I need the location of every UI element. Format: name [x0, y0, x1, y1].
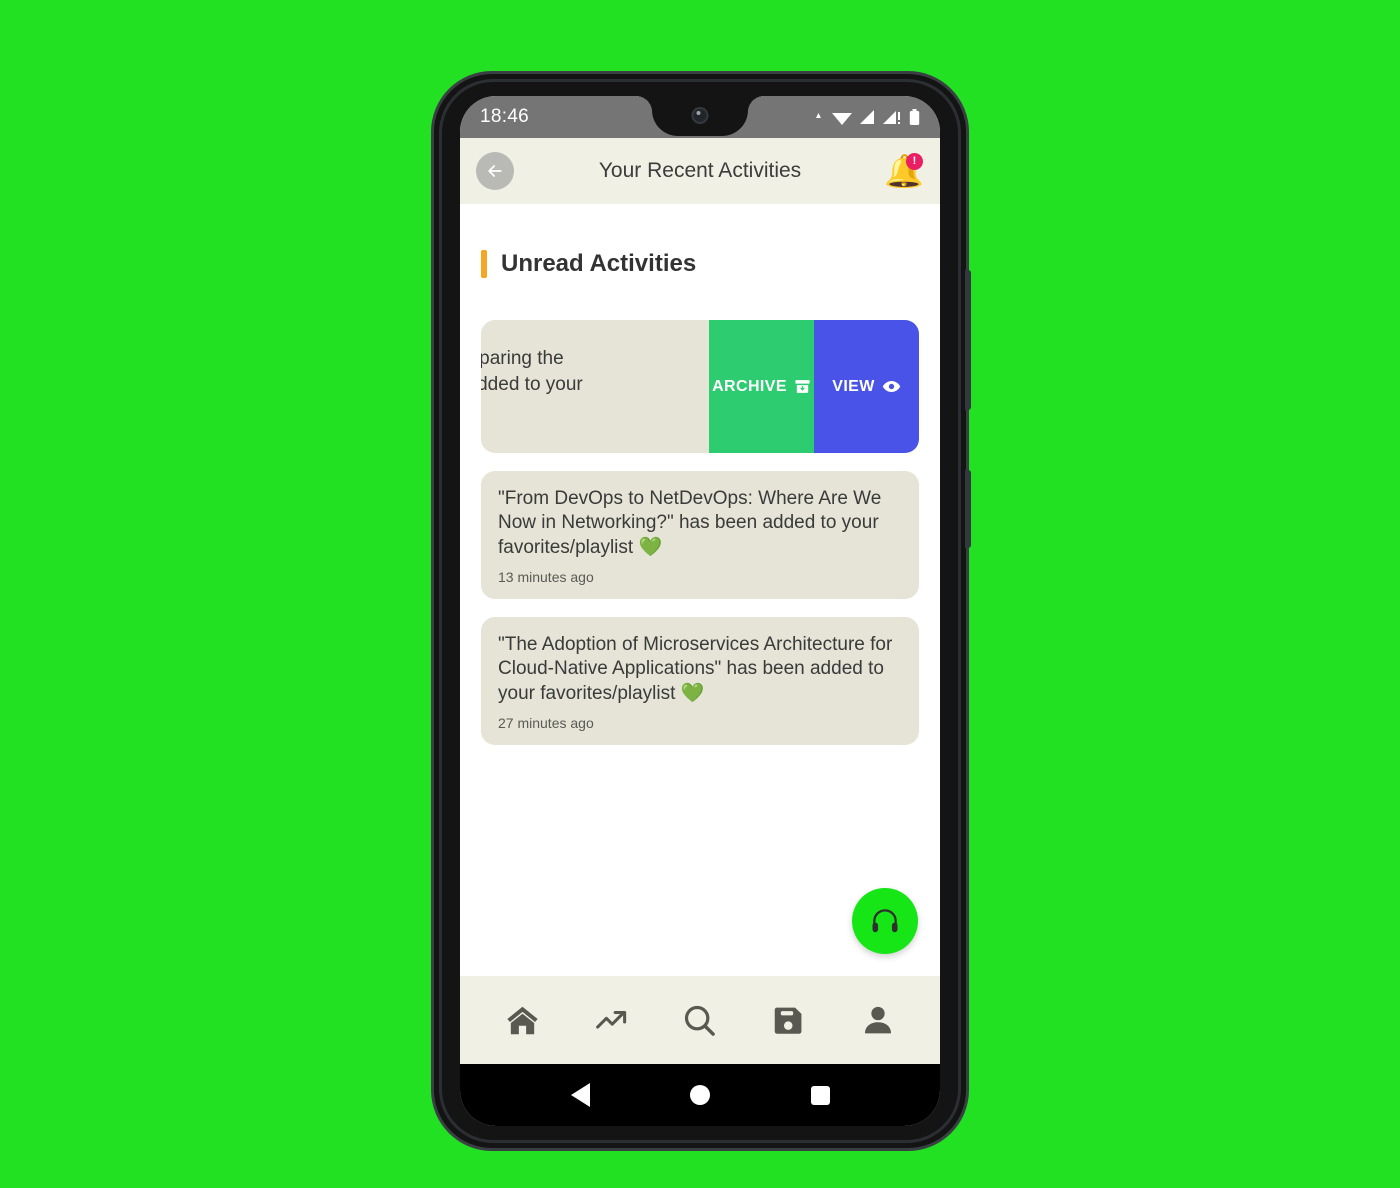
heart-icon: 💚	[638, 536, 663, 558]
activity-list: s: Comparing the been added to your ARCH…	[460, 278, 940, 745]
front-camera	[691, 107, 709, 124]
battery-icon	[909, 108, 920, 125]
archive-button[interactable]: ARCHIVE	[709, 320, 814, 453]
page-title: Your Recent Activities	[598, 159, 802, 182]
swiped-card-body[interactable]: s: Comparing the been added to your	[481, 320, 709, 453]
section-accent-bar	[481, 250, 487, 278]
nav-item-trending[interactable]	[583, 992, 639, 1048]
power-button[interactable]	[965, 470, 971, 548]
system-back-button[interactable]	[560, 1075, 600, 1115]
phone-frame: 18:46 Your Recent Activities 🔔 ! Unread …	[434, 74, 971, 1148]
archive-label: ARCHIVE	[712, 377, 787, 395]
activity-timestamp: 27 minutes ago	[498, 714, 594, 731]
view-button[interactable]: VIEW	[814, 320, 919, 453]
archive-icon	[795, 380, 810, 393]
activity-message: "From DevOps to NetDevOps: Where Are We …	[498, 487, 902, 560]
section-title: Unread Activities	[501, 250, 697, 277]
activity-message: "The Adoption of Microservices Architect…	[498, 633, 902, 706]
activities-content: Unread Activities s: Comparing the been …	[460, 204, 940, 976]
signal-icon	[860, 109, 874, 124]
back-triangle-icon	[570, 1083, 590, 1107]
status-bar: 18:46	[460, 96, 940, 138]
heart-icon: 💚	[680, 682, 705, 704]
search-icon	[685, 1005, 716, 1036]
trending-icon	[595, 1010, 626, 1029]
audio-player-fab[interactable]	[852, 888, 918, 954]
phone-screen: 18:46 Your Recent Activities 🔔 ! Unread …	[460, 96, 940, 1126]
status-time: 18:46	[480, 106, 530, 127]
home-circle-icon	[690, 1085, 710, 1105]
signal-caret-icon	[816, 112, 821, 118]
section-header: Unread Activities	[460, 204, 940, 278]
back-button[interactable]	[476, 152, 514, 190]
eye-icon	[882, 380, 900, 393]
signal-alert-icon	[883, 110, 900, 124]
headphones-icon	[872, 909, 898, 933]
activity-card-swiped[interactable]: s: Comparing the been added to your ARCH…	[481, 320, 919, 453]
nav-item-home[interactable]	[494, 992, 550, 1048]
bottom-navigation	[460, 976, 940, 1064]
activity-timestamp: 13 minutes ago	[498, 568, 594, 585]
view-label: VIEW	[832, 377, 875, 395]
android-system-nav	[460, 1064, 940, 1126]
notifications-button[interactable]: 🔔 !	[884, 150, 924, 192]
recents-square-icon	[810, 1085, 830, 1105]
nav-item-search[interactable]	[672, 992, 728, 1048]
status-icons	[816, 108, 920, 126]
save-icon	[775, 1007, 802, 1034]
system-home-button[interactable]	[680, 1075, 720, 1115]
wifi-icon	[832, 112, 852, 125]
activity-message-text: "From DevOps to NetDevOps: Where Are We …	[498, 488, 882, 558]
swiped-card-line2: been added to your	[481, 373, 583, 395]
activity-card[interactable]: "The Adoption of Microservices Architect…	[481, 616, 919, 745]
activity-card[interactable]: "From DevOps to NetDevOps: Where Are We …	[481, 471, 919, 599]
back-arrow-icon	[488, 165, 502, 177]
nav-item-save[interactable]	[761, 992, 817, 1048]
system-recents-button[interactable]	[800, 1075, 840, 1115]
swiped-card-line1: s: Comparing the	[481, 348, 564, 369]
nav-item-profile[interactable]	[850, 992, 906, 1048]
app-bar: Your Recent Activities 🔔 !	[460, 138, 940, 204]
volume-button[interactable]	[965, 270, 971, 410]
notification-badge: !	[906, 153, 923, 170]
profile-icon	[864, 1006, 891, 1034]
home-icon	[507, 1006, 538, 1034]
